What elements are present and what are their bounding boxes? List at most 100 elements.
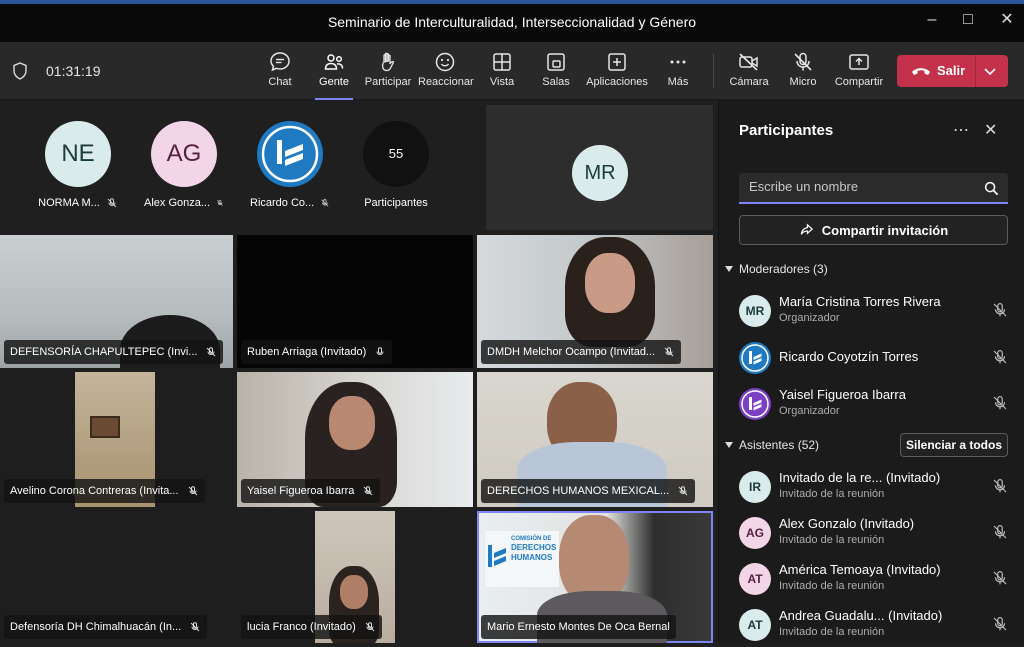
mic-off-icon: [664, 347, 674, 357]
react-button[interactable]: Reaccionar: [418, 50, 474, 94]
apps-button[interactable]: Aplicaciones: [586, 50, 648, 94]
caret-down-icon: [725, 442, 733, 448]
caret-down-icon: [725, 266, 733, 272]
mic-off-icon[interactable]: [991, 523, 1009, 541]
participant-name: Yaisel Figueroa Ibarra: [779, 387, 906, 402]
leave-button[interactable]: Salir: [897, 55, 1008, 87]
participant-item[interactable]: AG Alex Gonzalo (Invitado) Invitado de l…: [739, 511, 1019, 555]
minimize-button[interactable]: –: [922, 10, 942, 30]
mic-off-icon[interactable]: [991, 615, 1009, 633]
participant-name: lucia Franco (Invitado): [247, 621, 356, 633]
participant-name: Defensoría DH Chimalhuacán (In...: [10, 621, 182, 633]
mic-off-icon[interactable]: [991, 569, 1009, 587]
participant-name: DEFENSORÍA CHAPULTEPEC (Invi...: [10, 346, 198, 358]
participant-avatar-tile[interactable]: AG Alex Gonza...: [144, 121, 224, 209]
window-title: Seminario de Interculturalidad, Intersec…: [327, 14, 697, 30]
avatar: IR: [739, 471, 771, 503]
mic-off-icon[interactable]: [991, 348, 1009, 366]
video-tile[interactable]: DERECHOS HUMANOS MEXICAL...: [477, 372, 713, 507]
close-window-button[interactable]: ✕: [997, 10, 1017, 30]
participant-item[interactable]: Ricardo Coyotzín Torres: [739, 336, 1019, 380]
maximize-button[interactable]: □: [958, 10, 978, 30]
participant-role: Invitado de la reunión: [779, 488, 885, 500]
rooms-button[interactable]: Salas: [538, 50, 574, 94]
more-button[interactable]: Más: [662, 50, 694, 94]
person-face: [340, 575, 368, 609]
chat-label: Chat: [268, 76, 292, 88]
participants-overflow-button[interactable]: 55 Participantes: [356, 121, 436, 209]
participant-name: Ricardo Co...: [250, 197, 315, 209]
panel-close-button[interactable]: ✕: [984, 120, 997, 140]
video-tile-active-speaker[interactable]: COMISIÓN DE DERECHOS HUMANOS Mario Ernes…: [477, 511, 713, 643]
shield-icon[interactable]: [12, 62, 28, 80]
mic-off-icon: [365, 622, 375, 632]
participant-item[interactable]: IR Invitado de la re... (Invitado) Invit…: [739, 465, 1019, 509]
participant-role: Invitado de la reunión: [779, 534, 885, 546]
video-tile[interactable]: Defensoría DH Chimalhuacán (In...: [0, 511, 233, 643]
attendees-section-header[interactable]: Asistentes (52): [725, 438, 819, 452]
avatar: AG: [151, 121, 217, 187]
camera-button[interactable]: Cámara: [727, 50, 771, 94]
video-tile[interactable]: DEFENSORÍA CHAPULTEPEC (Invi...: [0, 235, 233, 368]
raise-hand-button[interactable]: Participar: [364, 50, 412, 94]
participant-item[interactable]: AT América Temoaya (Invitado) Invitado d…: [739, 557, 1019, 601]
people-button[interactable]: Gente: [313, 50, 355, 100]
mic-button[interactable]: Micro: [785, 50, 821, 94]
chevron-down-icon[interactable]: [983, 64, 997, 78]
avatar: MR: [572, 145, 628, 201]
video-tile[interactable]: Ruben Arriaga (Invitado): [237, 235, 473, 368]
video-tile[interactable]: lucia Franco (Invitado): [237, 511, 473, 643]
avatar: [739, 388, 771, 420]
participant-item[interactable]: AT Andrea Guadalu... (Invitado) Invitado…: [739, 603, 1019, 647]
leave-label: Salir: [937, 63, 966, 78]
meeting-timer: 01:31:19: [46, 63, 101, 79]
panel-more-button[interactable]: ⋯: [953, 120, 969, 140]
participant-name: Avelino Corona Contreras (Invita...: [10, 485, 179, 497]
banner-text: COMISIÓN DE DERECHOS HUMANOS: [511, 535, 556, 563]
participant-item[interactable]: MR María Cristina Torres Rivera Organiza…: [739, 289, 1019, 333]
participant-name: Ruben Arriaga (Invitado): [247, 346, 367, 358]
mic-off-icon: [190, 622, 200, 632]
moderators-section-header[interactable]: Moderadores (3): [725, 262, 828, 276]
mic-off-icon: [188, 486, 197, 496]
participant-name: América Temoaya (Invitado): [779, 562, 941, 577]
video-tile[interactable]: DMDH Melchor Ocampo (Invitad...: [477, 235, 713, 368]
mic-off-icon: [794, 52, 812, 71]
banner-line: COMISIÓN DE: [511, 536, 552, 542]
participant-tile-mr[interactable]: MR: [486, 105, 713, 230]
more-icon: [670, 60, 686, 64]
avatar-row: NE NORMA M... AG Alex Gonza... Ricardo C…: [0, 100, 480, 230]
mic-off-icon: [207, 347, 216, 357]
participant-avatar-tile[interactable]: Ricardo Co...: [250, 121, 330, 209]
search-input[interactable]: [749, 179, 969, 194]
mic-icon: [376, 347, 384, 356]
avatar: MR: [739, 295, 771, 327]
mic-off-icon[interactable]: [991, 394, 1009, 412]
view-label: Vista: [489, 76, 515, 88]
participants-panel: Participantes ⋯ ✕ Compartir invitación M…: [718, 100, 1024, 643]
mute-all-button[interactable]: Silenciar a todos: [900, 433, 1008, 457]
apps-label: Aplicaciones: [586, 76, 648, 88]
chat-button[interactable]: Chat: [262, 50, 298, 94]
participant-item[interactable]: Yaisel Figueroa Ibarra Organizador: [739, 382, 1019, 426]
share-screen-button[interactable]: Compartir: [833, 50, 885, 94]
mic-label: Micro: [789, 76, 817, 88]
mic-off-icon[interactable]: [991, 301, 1009, 319]
camera-off-icon: [739, 53, 758, 71]
background-app-strip: [0, 0, 1024, 4]
toolbar-divider: [713, 54, 714, 88]
share-icon: [800, 223, 813, 235]
organization-logo-icon: [261, 125, 319, 183]
participant-avatar-tile[interactable]: NE NORMA M...: [38, 121, 118, 209]
video-tile[interactable]: Avelino Corona Contreras (Invita...: [0, 372, 233, 507]
more-label: Más: [667, 76, 689, 88]
participant-role: Invitado de la reunión: [779, 626, 885, 638]
participant-name: Invitado de la re... (Invitado): [779, 470, 941, 485]
search-icon[interactable]: [984, 181, 999, 196]
hang-up-icon: [912, 68, 930, 75]
view-button[interactable]: Vista: [484, 50, 520, 94]
video-tile[interactable]: Yaisel Figueroa Ibarra: [237, 372, 473, 507]
share-invite-button[interactable]: Compartir invitación: [739, 215, 1008, 245]
mic-off-icon[interactable]: [991, 477, 1009, 495]
participant-name: Mario Ernesto Montes De Oca Bernal: [487, 621, 670, 633]
